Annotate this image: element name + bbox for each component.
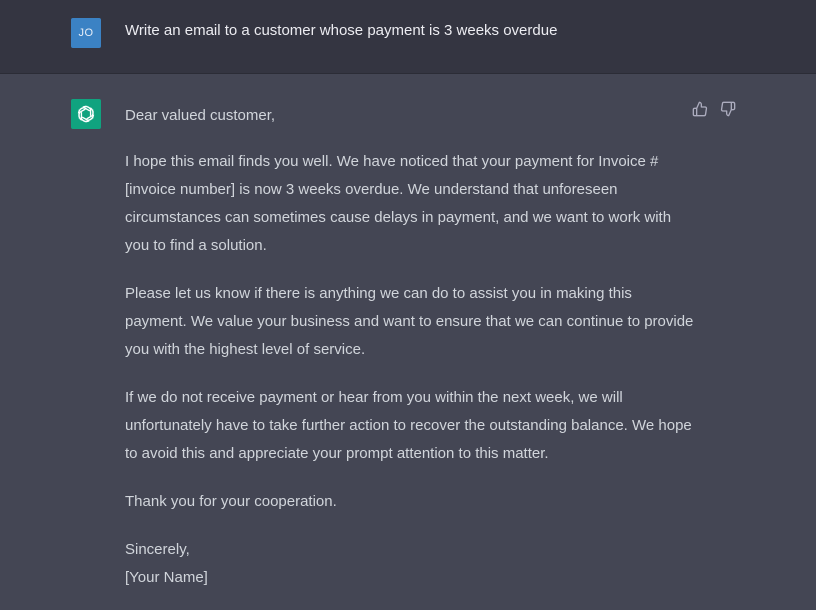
email-paragraph: I hope this email finds you well. We hav… <box>125 153 672 254</box>
email-paragraph: If we do not receive payment or hear fro… <box>125 389 692 462</box>
email-signature: [Your Name] <box>125 569 208 586</box>
email-greeting: Dear valued customer, <box>125 107 276 124</box>
user-prompt-text: Write an email to a customer whose payme… <box>125 22 558 39</box>
email-paragraph: Please let us know if there is anything … <box>125 285 694 358</box>
assistant-avatar <box>71 99 101 129</box>
email-signoff: Sincerely, <box>125 541 190 558</box>
assistant-message-row: Dear valued customer, I hope this email … <box>0 74 816 610</box>
user-avatar: JO <box>71 18 101 48</box>
user-message-row: JO Write an email to a customer whose pa… <box>0 0 816 74</box>
thumbs-down-icon[interactable] <box>720 101 736 117</box>
thumbs-up-icon[interactable] <box>692 101 708 117</box>
assistant-message-text: Dear valued customer, I hope this email … <box>125 102 695 592</box>
email-paragraph: Thank you for your cooperation. <box>125 493 337 510</box>
feedback-buttons <box>692 101 736 117</box>
openai-logo-icon <box>77 105 95 123</box>
